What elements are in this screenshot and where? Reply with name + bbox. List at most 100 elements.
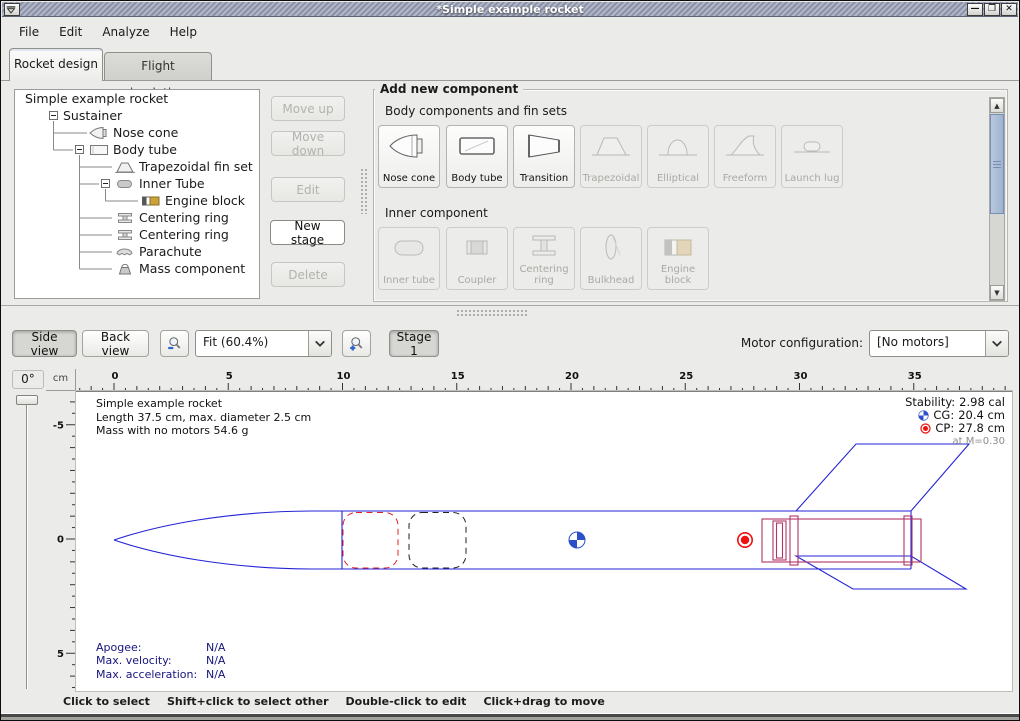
zoom-in-button[interactable] (342, 330, 371, 357)
zoom-level-combobox[interactable]: Fit (60.4%) (195, 330, 332, 357)
move-up-button[interactable]: Move up (271, 96, 345, 121)
acceleration-value: N/A (206, 668, 225, 682)
add-elliptical-fin-button[interactable]: Elliptical (647, 125, 709, 188)
status-bar: Click to select Shift+click to select ot… (63, 695, 605, 708)
menu-analyze[interactable]: Analyze (93, 22, 158, 42)
motor-configuration-value: [No motors] (870, 331, 985, 356)
rotation-slider-handle[interactable] (16, 395, 38, 405)
tree-item-trapezoidal-fin-set[interactable]: Trapezoidal fin set (15, 158, 259, 175)
side-view-button[interactable]: Side view (12, 330, 77, 357)
centering-ring-icon (115, 211, 135, 225)
bulkhead-icon (589, 231, 633, 265)
nose-cone-outline[interactable] (114, 511, 342, 540)
edit-button[interactable]: Edit (271, 177, 345, 202)
back-view-button[interactable]: Back view (82, 330, 149, 357)
engine-block-outline[interactable] (777, 523, 783, 558)
tree-expander-icon[interactable] (49, 111, 58, 120)
tree-item-parachute[interactable]: Parachute (15, 243, 259, 260)
svg-text:-5: -5 (53, 420, 64, 431)
zoom-in-icon (349, 334, 364, 353)
add-trapezoidal-fin-button[interactable]: Trapezoidal (580, 125, 642, 188)
parachute-outline[interactable] (343, 513, 398, 569)
component-scrollbar[interactable]: ▲ ▼ (989, 97, 1005, 301)
fin-lower-outline[interactable] (796, 556, 966, 589)
add-nose-cone-button[interactable]: Nose cone (378, 125, 440, 188)
body-tube-outline[interactable] (342, 511, 911, 569)
scroll-down-icon[interactable]: ▼ (990, 285, 1004, 300)
tree-item-body-tube[interactable]: Body tube (15, 141, 259, 158)
tree-item-engine-block[interactable]: Engine block (15, 192, 259, 209)
chevron-down-icon[interactable] (985, 331, 1008, 356)
new-stage-button[interactable]: New stage (270, 220, 345, 245)
maximize-button[interactable]: ❐ (984, 3, 1000, 16)
rocket-info: Simple example rocket Length 37.5 cm, ma… (96, 397, 311, 438)
add-freeform-fin-button[interactable]: Freeform (714, 125, 776, 188)
horizontal-splitter-handle[interactable] (456, 309, 528, 317)
tree-expander-icon[interactable] (75, 145, 84, 154)
add-coupler-button[interactable]: Coupler (446, 227, 508, 290)
rocket-dimensions: Length 37.5 cm, max. diameter 2.5 cm (96, 411, 311, 425)
tree-item-rocket[interactable]: Simple example rocket (15, 90, 259, 107)
tree-item-inner-tube[interactable]: Inner Tube (15, 175, 259, 192)
tree-item-centering-ring-2[interactable]: Centering ring (15, 226, 259, 243)
tree-item-mass-component[interactable]: Mass component (15, 260, 259, 277)
tree-expander-icon[interactable] (101, 179, 110, 188)
vertical-splitter-handle[interactable] (360, 168, 368, 214)
motor-configuration-combobox[interactable]: [No motors] (869, 330, 1009, 357)
hint-click-drag: Click+drag to move (483, 695, 604, 708)
trapezoidal-fin-icon (589, 129, 633, 163)
menu-edit[interactable]: Edit (50, 22, 91, 42)
engine-block-icon (141, 194, 161, 208)
add-launch-lug-button[interactable]: Launch lug (781, 125, 843, 188)
rocket-figure-canvas[interactable]: Simple example rocket Length 37.5 cm, ma… (76, 391, 1012, 691)
tree-item-centering-ring-1[interactable]: Centering ring (15, 209, 259, 226)
add-centering-ring-button[interactable]: Centering ring (513, 227, 575, 290)
rocket-outline (114, 444, 969, 589)
mass-component-icon (115, 262, 135, 276)
nose-cone-outline[interactable] (114, 540, 342, 569)
elliptical-fin-icon (656, 129, 700, 163)
cp-marker (738, 533, 752, 547)
scrollbar-thumb[interactable] (990, 114, 1004, 214)
horizontal-ruler: 05101520253035 (76, 369, 1012, 391)
delete-button[interactable]: Delete (271, 262, 345, 287)
rotation-angle-value: 0° (12, 370, 44, 389)
minimize-button[interactable]: — (967, 3, 983, 16)
move-down-button[interactable]: Move down (271, 131, 345, 156)
menu-help[interactable]: Help (161, 22, 206, 42)
scroll-up-icon[interactable]: ▲ (990, 98, 1004, 113)
svg-text:30: 30 (794, 371, 808, 382)
zoom-out-button[interactable] (160, 330, 189, 357)
menu-file[interactable]: File (10, 22, 48, 42)
title-bar[interactable]: *Simple example rocket — ❐ ✕ (2, 2, 1018, 17)
add-inner-tube-button[interactable]: Inner tube (378, 227, 440, 290)
tree-item-nose-cone[interactable]: Nose cone (15, 124, 259, 141)
chevron-down-icon[interactable] (308, 331, 331, 356)
centering-ring-icon (115, 228, 135, 242)
stage-1-toggle[interactable]: Stage 1 (389, 330, 439, 357)
mass-component-outline[interactable] (409, 513, 466, 569)
vertical-ruler: -505 (46, 391, 76, 691)
add-body-tube-button[interactable]: Body tube (446, 125, 508, 188)
add-engine-block-button[interactable]: Engine block (647, 227, 709, 290)
hint-shift-click: Shift+click to select other (167, 695, 329, 708)
tab-rocket-design[interactable]: Rocket design (9, 48, 103, 81)
tab-flight-simulations[interactable]: Flight simulations (104, 52, 212, 81)
add-transition-button[interactable]: Transition (513, 125, 575, 188)
component-tree[interactable]: Simple example rocket Sustainer Nose con… (14, 89, 260, 299)
engine-block-outline[interactable] (773, 521, 786, 560)
svg-text:10: 10 (337, 371, 351, 382)
add-bulkhead-button[interactable]: Bulkhead (580, 227, 642, 290)
openrocket-window: *Simple example rocket — ❐ ✕ File Edit A… (0, 0, 1020, 721)
close-button[interactable]: ✕ (1001, 3, 1017, 16)
tab-pane-border (1, 80, 1020, 81)
centering-ring-outline[interactable] (790, 516, 798, 565)
fin-upper-outline[interactable] (796, 444, 969, 511)
tree-item-sustainer[interactable]: Sustainer (15, 107, 259, 124)
nose-cone-icon (89, 126, 109, 140)
apogee-value: N/A (206, 641, 225, 655)
svg-text:25: 25 (679, 371, 693, 382)
ruler-unit-label: cm (46, 369, 76, 391)
rotation-slider-track[interactable] (26, 405, 28, 689)
body-tube-icon (89, 143, 109, 157)
